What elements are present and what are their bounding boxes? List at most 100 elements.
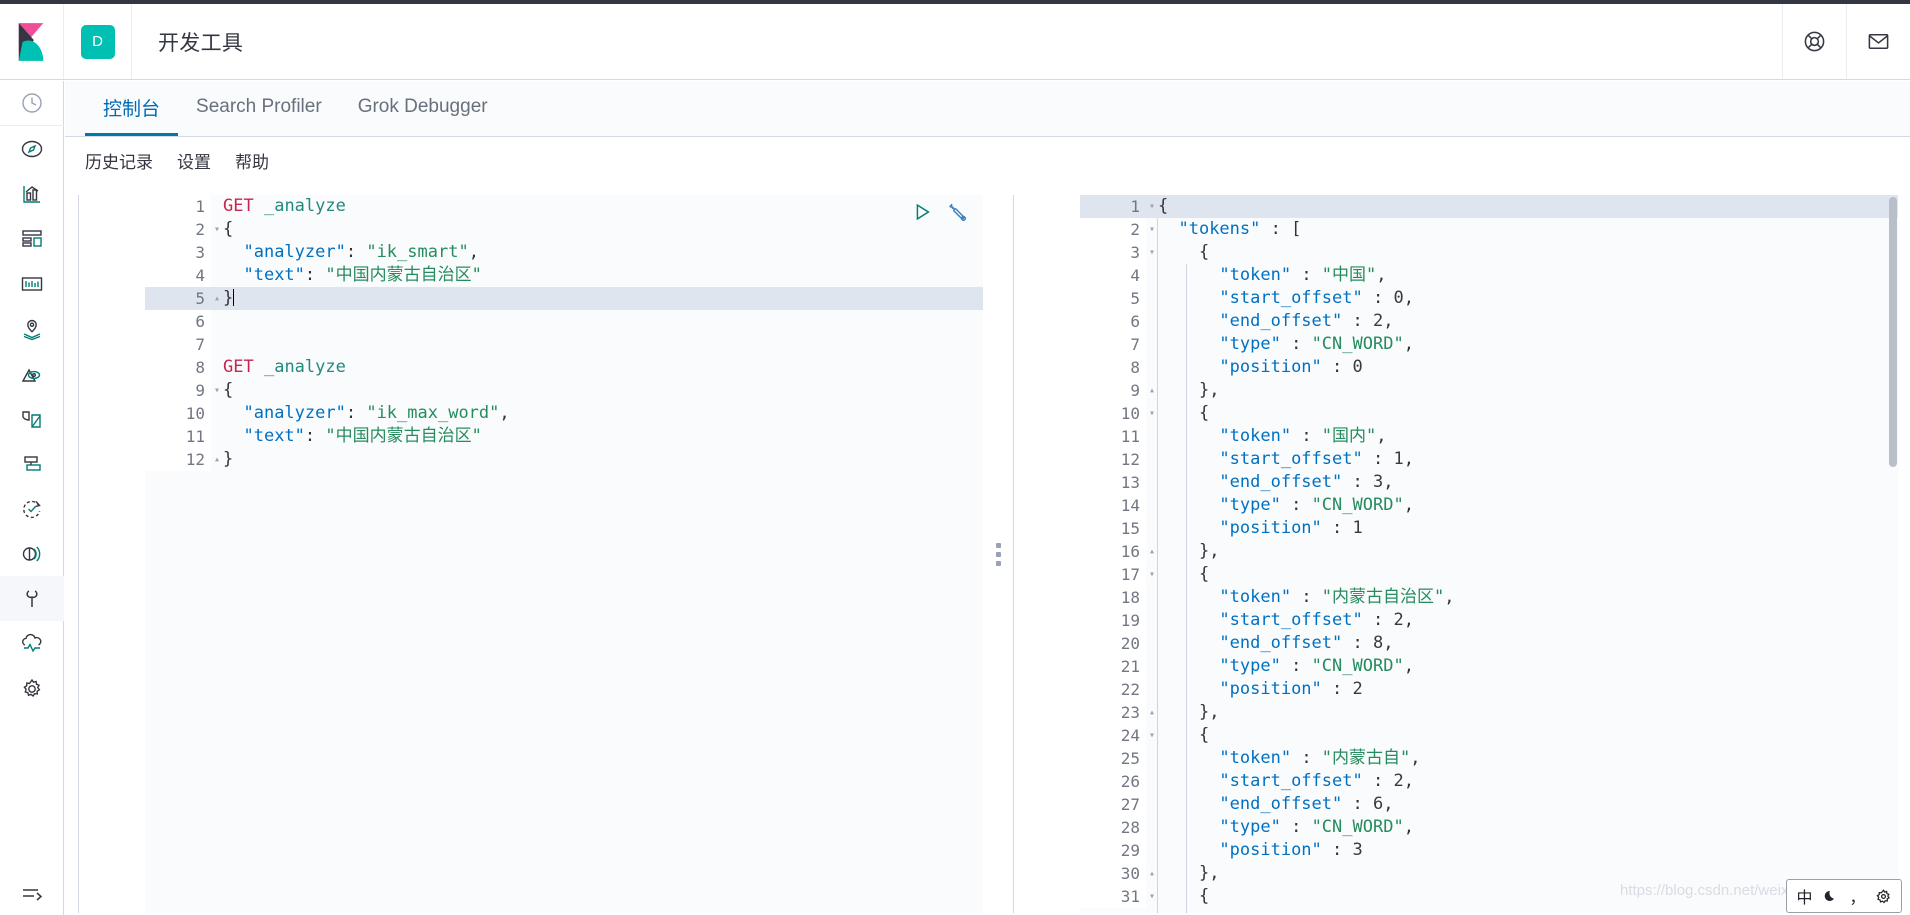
ime-punctuation-button[interactable]: ， [1849, 884, 1865, 908]
line-number: 14 [1080, 494, 1146, 517]
code-text: "type" : "CN_WORD", [1219, 656, 1414, 676]
sidebar-item-uptime[interactable] [0, 486, 64, 531]
sidebar-item-maps[interactable] [0, 306, 64, 351]
fold-open-icon[interactable]: ▾ [211, 379, 223, 402]
fold-close-icon[interactable]: ▴ [211, 287, 223, 310]
line-number: 8 [1080, 356, 1146, 379]
wrench-icon [25, 589, 38, 607]
console-menu-settings[interactable]: 设置 [177, 148, 211, 173]
line-number: 13 [1080, 471, 1146, 494]
apm-icon [22, 546, 40, 561]
sidebar-item-dashboard[interactable] [0, 216, 64, 261]
ime-settings-button[interactable] [1876, 888, 1891, 904]
line-number: 7 [145, 333, 211, 356]
response-output[interactable]: 1 ▾{2 ▾ "tokens" : [3 ▾ {4 "token" : "中国", 5… [1013, 195, 1898, 913]
line-number: 8 [145, 356, 211, 379]
wrench-icon[interactable] [947, 201, 969, 223]
canvas-icon [21, 276, 42, 291]
editor-code-area[interactable]: 1 GET _analyze 2 ▾{3 "analyzer": "ik_smart"… [145, 195, 983, 913]
infrastructure-icon [23, 455, 41, 471]
maps-icon [23, 319, 40, 340]
code-line: 8 "position" : 0 [1080, 356, 1898, 379]
line-number: 11 [145, 425, 211, 448]
tab-search-profiler[interactable]: Search Profiler [178, 81, 340, 136]
fold-open-icon[interactable]: ▾ [1146, 195, 1158, 218]
request-editor[interactable]: 1 GET _analyze 2 ▾{3 "analyzer": "ik_smart"… [78, 195, 983, 913]
output-indent-guide-1 [1157, 218, 1158, 913]
sidebar-item-apm[interactable] [0, 531, 64, 576]
primary-navigation [0, 81, 64, 915]
sidebar-item-discover[interactable] [0, 126, 64, 171]
code-line: 6 "end_offset" : 2, [1080, 310, 1898, 333]
sidebar-collapse-button[interactable] [0, 870, 64, 915]
code-line: 14 "type" : "CN_WORD", [1080, 494, 1898, 517]
sidebar-item-graph[interactable] [0, 396, 64, 441]
code-line: 22 "position" : 2 [1080, 678, 1898, 701]
line-number: 15 [1080, 517, 1146, 540]
space-selector[interactable]: D [64, 4, 132, 79]
graph-icon [21, 410, 41, 428]
console-menu-history[interactable]: 历史记录 [85, 148, 153, 173]
code-line: 9 ▴ }, [1080, 379, 1898, 402]
sidebar-item-visualize[interactable] [0, 171, 64, 216]
output-scrollbar[interactable] [1889, 197, 1897, 467]
dashboard-icon [21, 229, 42, 247]
sidebar-item-recently-viewed[interactable] [0, 81, 64, 126]
sidebar-item-management[interactable] [0, 666, 64, 711]
code-text: "end_offset" : 6, [1219, 794, 1394, 814]
code-line: 9 ▾{ [145, 379, 983, 402]
kibana-home-link[interactable] [0, 4, 64, 79]
code-line: 5 ▴} [145, 287, 983, 310]
line-number: 11 [1080, 425, 1146, 448]
code-text: "text": "中国内蒙古自治区" [243, 426, 482, 446]
code-text: "start_offset" : 1, [1219, 449, 1414, 469]
line-number: 31 ▾ [1080, 885, 1155, 908]
sidebar-item-machine-learning[interactable] [0, 351, 64, 396]
tab-grok-debugger[interactable]: Grok Debugger [340, 81, 506, 136]
ime-moon-button[interactable] [1823, 889, 1838, 904]
code-text: }, [1198, 702, 1220, 722]
code-line: 17 ▾ { [1080, 563, 1898, 586]
sidebar-item-monitoring[interactable] [0, 621, 64, 666]
code-line: 13 "end_offset" : 3, [1080, 471, 1898, 494]
gear-icon [22, 678, 40, 697]
line-number: 26 [1080, 770, 1146, 793]
ime-language-toggle[interactable]: 中 [1796, 884, 1812, 908]
line-number: 24 ▾ [1080, 724, 1155, 747]
code-line: 7 [145, 333, 983, 356]
code-text: "analyzer": "ik_max_word", [243, 403, 510, 423]
sidebar-item-infrastructure[interactable] [0, 441, 64, 486]
mail-button[interactable] [1846, 4, 1910, 79]
sidebar-item-dev-tools[interactable] [0, 576, 64, 621]
fold-open-icon[interactable]: ▾ [211, 218, 223, 241]
code-line: 16 ▴ }, [1080, 540, 1898, 563]
help-button[interactable] [1782, 4, 1846, 79]
console-menu-help[interactable]: 帮助 [235, 148, 269, 173]
code-line: 31 ▾ { [1080, 885, 1898, 908]
code-line: 8 GET _analyze [145, 356, 983, 379]
ime-toolbar: 中 ， [1786, 879, 1902, 913]
ime-settings-icon [1876, 888, 1891, 903]
play-icon[interactable] [911, 201, 933, 223]
tab-console[interactable]: 控制台 [85, 81, 179, 136]
code-text: "type" : "CN_WORD", [1219, 334, 1414, 354]
code-line: 15 "position" : 1 [1080, 517, 1898, 540]
code-line: 23 ▴ }, [1080, 701, 1898, 724]
console-menu-bar: 历史记录 设置 帮助 [65, 137, 1910, 183]
code-text: GET _analyze [223, 357, 346, 377]
line-number: 29 [1080, 839, 1146, 862]
sidebar-item-canvas[interactable] [0, 261, 64, 306]
line-number: 23 ▴ [1080, 701, 1155, 724]
code-text: "end_offset" : 8, [1219, 633, 1394, 653]
code-line: 3 "analyzer": "ik_smart", [145, 241, 983, 264]
line-number: 12 [1080, 448, 1146, 471]
code-line: 30 ▴ }, [1080, 862, 1898, 885]
line-number: 30 ▴ [1080, 862, 1155, 885]
code-line: 11 "token" : "国内", [1080, 425, 1898, 448]
code-text: { [1198, 725, 1210, 745]
code-text: } [211, 287, 983, 310]
fold-close-icon[interactable]: ▴ [211, 448, 223, 471]
panel-splitter[interactable] [983, 195, 1013, 913]
